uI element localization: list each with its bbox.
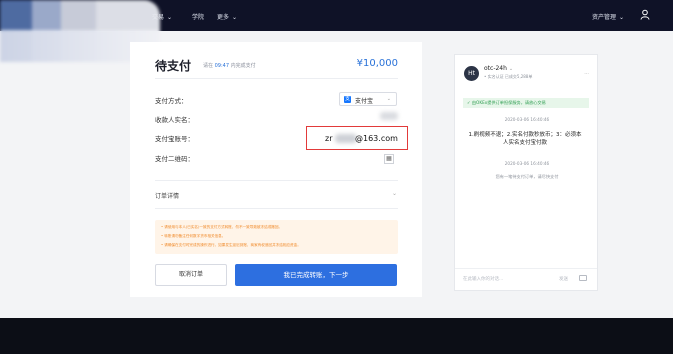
account-suffix: @163.com [355,134,398,143]
notice-box: • 请使用与本人(已实名)一致的支付方式转账，勿不一致导致被冻结或撤回。 • 转… [155,220,398,254]
chat-panel: Ht otc-24h ⌄ • 实名认证 已成交5,288单 ··· ✓ 由OKE… [454,54,598,291]
asset-mgmt-label: 资产管理 [592,14,617,21]
payment-card: 待支付 请在 09:47 内完成支付 ¥10,000 支付方式： 支 支付宝 ⌄… [130,42,422,297]
alipay-account-highlight: zr @163.com [306,126,408,150]
payment-method-value: 支付宝 [355,98,374,105]
merchant-meta: • 实名认证 已成交5,288单 [484,74,533,79]
guarantee-banner: ✓ 由OKEx提供订单担保服务，请放心交易 [463,98,589,108]
message-timestamp: 2020-03-06 16:40:46 [504,161,550,166]
divider [155,208,398,209]
alipay-icon: 支 [344,96,351,103]
message-timestamp: 2020-03-06 16:40:46 [504,117,550,122]
divider [155,78,398,79]
send-button[interactable]: 发送 [559,276,568,282]
deadline-suffix: 内完成支付 [230,63,256,69]
deadline-time: 09:47 [214,63,230,69]
order-amount: ¥10,000 [356,58,398,69]
cancel-order-button[interactable]: 取消订单 [155,264,227,286]
nav-more-label: 更多 [217,14,230,21]
page-title: 待支付 [155,59,192,73]
more-icon[interactable]: ··· [584,71,589,77]
qrcode-label: 支付二维码： [155,155,194,163]
nav-asset-management[interactable]: 资产管理 ⌄ [592,12,624,21]
nav-academy[interactable]: 学院 [192,12,204,21]
notice-line: • 转账请勿备注任何数字货币相关信息。 [161,234,226,238]
payee-name-label: 收款人实名： [155,116,194,124]
deadline-prefix: 请在 [203,63,214,69]
user-icon[interactable] [640,9,650,20]
chevron-down-icon: ⌄ [386,96,391,102]
notice-line: • 请确保在支付时完成的操作进行。如果发生延迟到账，商家有权追回并冻结相应资金。 [161,243,301,247]
footer [0,318,673,354]
chevron-down-icon: ⌄ [508,66,514,72]
chat-input[interactable]: 在此输入你的对话... [463,276,503,282]
payment-method-label: 支付方式： [155,97,188,105]
divider [455,268,597,269]
notice-line: • 请使用与本人(已实名)一致的支付方式转账，勿不一致导致被冻结或撤回。 [161,225,283,229]
nav-more[interactable]: 更多 ⌄ [217,12,237,21]
system-message: 您有一笔待支付订单，请尽快支付 [495,174,559,179]
chevron-down-icon: ⌄ [232,14,238,21]
payee-name-redacted [380,112,398,120]
account-redacted [335,134,357,143]
chevron-down-icon[interactable]: ⌄ [392,190,397,197]
qrcode-icon[interactable]: ▦ [384,154,394,164]
merchant-name[interactable]: otc-24h ⌄ [484,65,513,72]
chevron-down-icon: ⌄ [619,14,625,21]
image-icon[interactable] [579,275,587,281]
payment-method-select[interactable]: 支 支付宝 ⌄ [339,92,397,106]
account-prefix: zr [325,134,333,143]
avatar: Ht [464,66,479,81]
merchant-name-text: otc-24h [484,65,507,72]
confirm-transfer-button[interactable]: 我已完成转账，下一步 [235,264,397,286]
merchant-message: 1.刷视频不退；2.实名付款秒放币；3：必须本人实名支付宝付款 [468,132,582,146]
payment-deadline: 请在 09:47 内完成支付 [203,62,256,69]
divider [155,180,398,181]
alipay-account-label: 支付宝账号： [155,135,194,143]
chevron-down-icon: ⌄ [167,14,173,21]
order-detail-toggle[interactable]: 订单详情 [155,191,179,200]
